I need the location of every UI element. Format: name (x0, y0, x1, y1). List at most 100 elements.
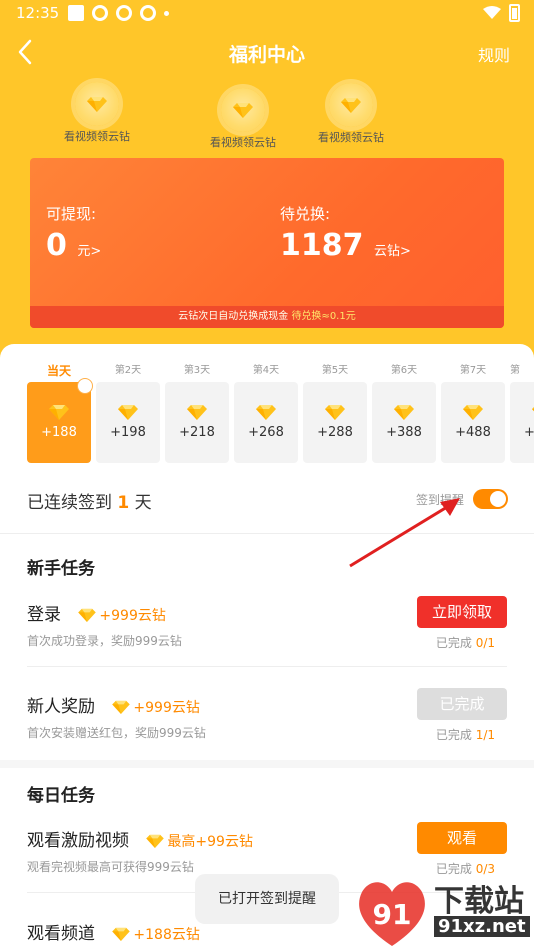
checkin-day[interactable]: 第6天 +388 (372, 362, 436, 463)
gem-icon (221, 88, 265, 132)
task-name: 观看频道 (27, 924, 95, 944)
pending-amount[interactable]: 1187 云钻> (280, 228, 411, 263)
content-sheet: 当天 +188 第2天 +198 第3天 +218 第4天 +268 第5天 +… (0, 344, 534, 950)
gem-icon (329, 83, 373, 127)
pending-value: 1187 (280, 228, 364, 263)
task-reward: 最高+99云钻 (146, 831, 253, 851)
withdraw-label: 可提现: (46, 205, 97, 223)
day-amount: +188 (41, 425, 77, 440)
streak-count: 1 (117, 493, 130, 513)
checkin-day[interactable]: 第2天 +198 (96, 362, 160, 463)
withdraw-value: 0 (46, 228, 67, 263)
exchange-notice: 云钻次日自动兑换成现金 待兑换≈0.1元 (30, 306, 504, 328)
task-reward: +999云钻 (112, 697, 200, 717)
streak-prefix: 已连续签到 (27, 493, 112, 513)
checkin-day[interactable]: 当天 +188 (27, 362, 93, 463)
task-desc: 首次安装赠送红包，奖励999云钻 (27, 726, 206, 740)
watermark-text: 下载站 (434, 884, 524, 919)
watermark-url: 91xz.net (434, 916, 530, 937)
reward-text: +999云钻 (133, 700, 200, 716)
status-prefix: 已完成 (435, 636, 472, 650)
video-coin-1[interactable]: 看视频领云钻 (52, 82, 142, 144)
pending-label: 待兑换: (280, 205, 331, 223)
checkin-day[interactable]: 第 + (510, 362, 534, 463)
day-amount: +488 (455, 425, 491, 440)
status-time: 12:35 (16, 4, 60, 22)
checkin-day[interactable]: 第3天 +218 (165, 362, 229, 463)
balance-card: 可提现: 0 元> 待兑换: 1187 云钻> 云钻次日自动兑换成现金 待兑换≈… (30, 158, 504, 328)
streak-text: 已连续签到 1 天 (27, 488, 152, 513)
status-bar: 12:35 (0, 0, 534, 28)
battery-icon (509, 4, 520, 22)
checked-icon (77, 378, 93, 394)
checkin-days[interactable]: 当天 +188 第2天 +198 第3天 +218 第4天 +268 第5天 +… (27, 362, 534, 472)
gem-icon (75, 82, 119, 126)
gem-icon (146, 834, 164, 848)
gem-icon (256, 404, 276, 420)
checkin-day[interactable]: 第5天 +288 (303, 362, 367, 463)
video-coin-3[interactable]: 看视频领云钻 (306, 83, 396, 145)
task-reward: +188云钻 (112, 924, 200, 944)
page-title: 福利中心 (228, 44, 305, 66)
gem-icon (118, 404, 138, 420)
day-amount: +218 (179, 425, 215, 440)
gem-icon (78, 608, 96, 622)
claim-button[interactable]: 立即领取 (417, 596, 507, 628)
gem-icon (49, 404, 69, 420)
gem-icon (394, 404, 414, 420)
remind-toggle[interactable] (473, 489, 508, 509)
completed-button[interactable]: 已完成 (417, 688, 507, 720)
day-amount: + (524, 425, 534, 440)
notification-icons (68, 5, 169, 21)
day-label: 第 (510, 365, 520, 376)
coin-label: 看视频领云钻 (318, 131, 384, 144)
task-name: 新人奖励 (27, 697, 95, 717)
sync-icon (140, 5, 156, 21)
newbie-section-title: 新手任务 (27, 559, 95, 579)
gem-icon (463, 404, 483, 420)
status-prefix: 已完成 (435, 728, 472, 742)
toast-message: 已打开签到提醒 (195, 874, 339, 924)
streak-suffix: 天 (134, 493, 152, 513)
day-label: 第5天 (321, 365, 349, 376)
day-amount: +268 (248, 425, 284, 440)
toggle-knob (490, 491, 506, 507)
day-label: 第4天 (252, 365, 280, 376)
day-label: 第7天 (459, 365, 487, 376)
status-count: 0/1 (475, 636, 495, 650)
sync-icon (116, 5, 132, 21)
status-count: 1/1 (475, 728, 495, 742)
day-label: 第2天 (114, 365, 142, 376)
section-gap (0, 760, 534, 768)
sync-icon (92, 5, 108, 21)
day-amount: +288 (317, 425, 353, 440)
gem-icon (112, 927, 130, 941)
coin-label: 看视频领云钻 (210, 136, 276, 149)
gem-icon (112, 700, 130, 714)
app-notification-icon (68, 5, 84, 21)
more-notifications-icon (164, 10, 169, 16)
task-newbie-reward: 新人奖励 +999云钻 首次安装赠送红包，奖励999云钻 已完成 已完成 1/1 (27, 688, 507, 760)
nav-bar: 福利中心 规则 (0, 34, 534, 70)
day-amount: +198 (110, 425, 146, 440)
coin-label: 看视频领云钻 (64, 130, 130, 143)
withdraw-amount[interactable]: 0 元> (46, 228, 101, 263)
daily-section-title: 每日任务 (27, 786, 95, 806)
day-label: 第3天 (183, 365, 211, 376)
gem-icon (187, 404, 207, 420)
task-login: 登录 +999云钻 首次成功登录，奖励999云钻 立即领取 已完成 0/1 (27, 596, 507, 668)
day-amount: +388 (386, 425, 422, 440)
annotation-arrow-icon (349, 498, 460, 568)
divider (27, 666, 507, 667)
rules-link[interactable]: 规则 (478, 42, 510, 66)
watch-button[interactable]: 观看 (417, 822, 507, 854)
task-reward: +999云钻 (78, 605, 166, 625)
checkin-day[interactable]: 第7天 +488 (441, 362, 505, 463)
gem-icon (325, 404, 345, 420)
reward-text: 最高+99云钻 (167, 834, 253, 850)
withdraw-unit: 元> (77, 244, 102, 259)
video-coin-2[interactable]: 看视频领云钻 (198, 88, 288, 150)
task-desc: 观看完视频最高可获得999云钻 (27, 860, 194, 874)
checkin-day[interactable]: 第4天 +268 (234, 362, 298, 463)
wifi-icon (483, 6, 501, 19)
